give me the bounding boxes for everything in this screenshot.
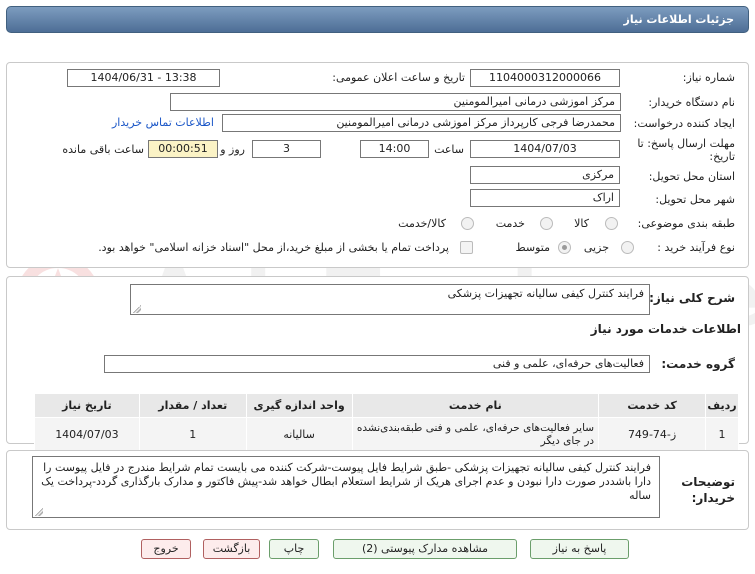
category-option-goods: کالا bbox=[574, 217, 589, 230]
summary-value: فرایند کنترل کیفی سالیانه تجهیزات پزشکی bbox=[447, 287, 644, 300]
services-section-title: اطلاعات خدمات مورد نیاز bbox=[590, 322, 741, 336]
reply-button[interactable]: پاسخ به نیاز bbox=[530, 539, 629, 559]
announce-date-label: تاریخ و ساعت اعلان عمومی: bbox=[332, 71, 465, 84]
services-table: ردیف کد خدمت نام خدمت واحد اندازه گیری ت… bbox=[34, 393, 739, 452]
buyer-name-label: نام دستگاه خریدار: bbox=[648, 96, 735, 109]
need-number-field[interactable]: 1104000312000066 bbox=[470, 69, 620, 87]
days-remaining-field[interactable]: 3 bbox=[252, 140, 321, 158]
service-group-label: گروه خدمت: bbox=[661, 357, 735, 371]
treasury-payment-note: پرداخت تمام یا بخشی از مبلغ خرید،از محل … bbox=[98, 241, 449, 254]
time-remaining-label: ساعت باقی مانده bbox=[62, 143, 144, 156]
category-radio-goods-service[interactable] bbox=[461, 217, 474, 230]
need-number-label: شماره نیاز: bbox=[682, 71, 735, 84]
col-service-code: کد خدمت bbox=[598, 393, 707, 418]
col-unit: واحد اندازه گیری bbox=[245, 393, 353, 418]
creator-field[interactable]: محمدرضا فرجی کارپرداز مرکز اموزشی درمانی… bbox=[222, 114, 621, 132]
category-radio-service[interactable] bbox=[540, 217, 553, 230]
table-header-row: ردیف کد خدمت نام خدمت واحد اندازه گیری ت… bbox=[34, 393, 739, 418]
cell-quantity: 1 bbox=[138, 417, 247, 452]
creator-label: ایجاد کننده درخواست: bbox=[633, 117, 735, 130]
process-option-medium: متوسط bbox=[515, 241, 550, 254]
buyer-notes-field[interactable]: فرایند کنترل کیفی سالیانه تجهیزات پزشکی … bbox=[32, 456, 660, 518]
table-row[interactable]: 1 ز-74-749 سایر فعالیت‌های حرفه‌ای، علمی… bbox=[34, 417, 739, 452]
resize-grip-icon[interactable] bbox=[133, 305, 141, 313]
summary-label: شرح کلی نیاز: bbox=[649, 291, 735, 305]
cell-service-name: سایر فعالیت‌های حرفه‌ای، علمی و فنی طبقه… bbox=[351, 417, 600, 452]
cell-need-date: 1404/07/03 bbox=[34, 417, 140, 452]
process-radio-medium[interactable] bbox=[558, 241, 571, 254]
col-need-date: تاریخ نیاز bbox=[34, 393, 140, 418]
category-radio-goods[interactable] bbox=[605, 217, 618, 230]
treasury-payment-checkbox[interactable] bbox=[460, 241, 473, 254]
process-option-minor: جزیی bbox=[583, 241, 609, 254]
buyer-notes-value: فرایند کنترل کیفی سالیانه تجهیزات پزشکی … bbox=[41, 461, 651, 502]
col-quantity: تعداد / مقدار bbox=[138, 393, 247, 418]
announce-date-value: 1404/06/31 - 13:38 bbox=[90, 71, 197, 84]
buyer-notes-label: توضیحات خریدار: bbox=[681, 475, 735, 505]
col-row-number: ردیف bbox=[705, 393, 739, 418]
deadline-label: مهلت ارسال پاسخ: تا تاریخ: bbox=[637, 137, 735, 163]
category-label: طبقه بندی موضوعی: bbox=[637, 217, 735, 230]
city-field[interactable]: اراک bbox=[470, 189, 620, 207]
print-button[interactable]: چاپ bbox=[269, 539, 319, 559]
province-label: استان محل تحویل: bbox=[648, 170, 735, 183]
buyer-name-field[interactable]: مرکز اموزشی درمانی امیرالمومنین bbox=[170, 93, 621, 111]
deadline-time-label: ساعت bbox=[434, 143, 464, 156]
announce-date-field[interactable]: 1404/06/31 - 13:38 bbox=[67, 69, 220, 87]
process-type-label: نوع فرآیند خرید : bbox=[657, 241, 735, 254]
exit-button[interactable]: خروج bbox=[141, 539, 191, 559]
cell-service-code: ز-74-749 bbox=[598, 417, 707, 452]
page-title: جزئیات اطلاعات نیاز bbox=[623, 13, 735, 26]
buyer-contact-link[interactable]: اطلاعات تماس خریدار bbox=[112, 116, 214, 129]
cell-row-number: 1 bbox=[705, 417, 739, 452]
province-field[interactable]: مرکزی bbox=[470, 166, 620, 184]
service-group-field[interactable]: فعالیت‌های حرفه‌ای، علمی و فنی bbox=[104, 355, 650, 373]
col-service-name: نام خدمت bbox=[351, 393, 600, 418]
days-label: روز و bbox=[220, 143, 245, 156]
time-remaining-field: 00:00:51 bbox=[148, 140, 218, 158]
category-option-goods-service: کالا/خدمت bbox=[398, 217, 446, 230]
resize-grip-icon[interactable] bbox=[35, 508, 43, 516]
city-label: شهر محل تحویل: bbox=[655, 193, 735, 206]
summary-field[interactable]: فرایند کنترل کیفی سالیانه تجهیزات پزشکی bbox=[130, 284, 650, 315]
deadline-date-field[interactable]: 1404/07/03 bbox=[470, 140, 620, 158]
cell-unit: سالیانه bbox=[245, 417, 353, 452]
back-button[interactable]: بازگشت bbox=[203, 539, 260, 559]
category-option-service: خدمت bbox=[495, 217, 525, 230]
view-attachments-button[interactable]: مشاهده مدارک پیوستی (2) bbox=[333, 539, 517, 559]
deadline-time-field[interactable]: 14:00 bbox=[360, 140, 429, 158]
page-header: جزئیات اطلاعات نیاز bbox=[6, 6, 749, 33]
process-radio-minor[interactable] bbox=[621, 241, 634, 254]
